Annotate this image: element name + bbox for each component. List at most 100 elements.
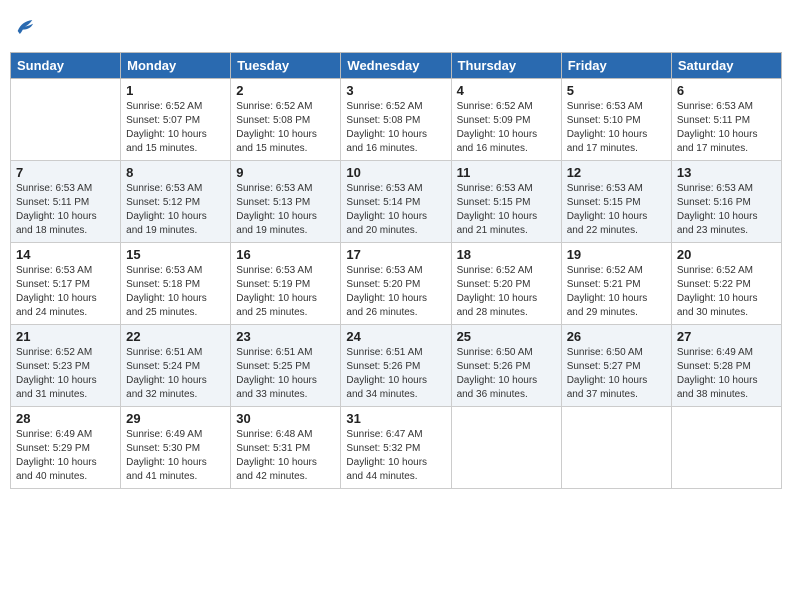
sunrise-text: Sunrise: 6:52 AM — [16, 346, 115, 360]
sunrise-text: Sunrise: 6:53 AM — [126, 264, 225, 278]
calendar-cell: 11 Sunrise: 6:53 AMSunset: 5:15 PMDayligh… — [451, 161, 561, 243]
day-info: Sunrise: 6:53 AMSunset: 5:11 PMDaylight:… — [16, 182, 115, 238]
day-number: 11 — [457, 165, 556, 180]
daylight-text: Daylight: 10 hours and 22 minutes. — [567, 210, 666, 238]
calendar-cell: 31Sunrise: 6:47 AMSunset: 5:32 PMDayligh… — [341, 407, 451, 489]
day-number: 29 — [126, 411, 225, 426]
day-number: 8 — [126, 165, 225, 180]
weekday-header-wednesday: Wednesday — [341, 53, 451, 79]
sunrise-text: Sunrise: 6:53 AM — [346, 182, 445, 196]
weekday-header-row: SundayMondayTuesdayWednesdayThursdayFrid… — [11, 53, 782, 79]
sunset-text: Sunset: 5:08 PM — [236, 114, 335, 128]
calendar-cell: 6Sunrise: 6:53 AMSunset: 5:11 PMDaylight… — [671, 79, 781, 161]
calendar-cell: 15Sunrise: 6:53 AMSunset: 5:18 PMDayligh… — [121, 243, 231, 325]
calendar-cell: 8Sunrise: 6:53 AMSunset: 5:12 PMDaylight… — [121, 161, 231, 243]
sunrise-text: Sunrise: 6:52 AM — [346, 100, 445, 114]
daylight-text: Daylight: 10 hours and 16 minutes. — [346, 128, 445, 156]
sunrise-text: Sunrise: 6:53 AM — [677, 100, 776, 114]
daylight-text: Daylight: 10 hours and 37 minutes. — [567, 374, 666, 402]
sunset-text: Sunset: 5:29 PM — [16, 442, 115, 456]
day-number: 31 — [346, 411, 445, 426]
daylight-text: Daylight: 10 hours and 15 minutes. — [236, 128, 335, 156]
sunrise-text: Sunrise: 6:53 AM — [567, 182, 666, 196]
sunrise-text: Sunrise: 6:52 AM — [236, 100, 335, 114]
logo — [14, 16, 38, 38]
day-info: Sunrise: 6:52 AMSunset: 5:08 PMDaylight:… — [346, 100, 445, 156]
day-info: Sunrise: 6:53 AMSunset: 5:17 PMDaylight:… — [16, 264, 115, 320]
sunrise-text: Sunrise: 6:52 AM — [126, 100, 225, 114]
calendar-cell: 1Sunrise: 6:52 AMSunset: 5:07 PMDaylight… — [121, 79, 231, 161]
daylight-text: Daylight: 10 hours and 38 minutes. — [677, 374, 776, 402]
daylight-text: Daylight: 10 hours and 18 minutes. — [16, 210, 115, 238]
calendar-cell: 30Sunrise: 6:48 AMSunset: 5:31 PMDayligh… — [231, 407, 341, 489]
day-number: 24 — [346, 329, 445, 344]
sunset-text: Sunset: 5:28 PM — [677, 360, 776, 374]
daylight-text: Daylight: 10 hours and 40 minutes. — [16, 456, 115, 484]
calendar-cell: 20Sunrise: 6:52 AMSunset: 5:22 PMDayligh… — [671, 243, 781, 325]
sunrise-text: Sunrise: 6:53 AM — [16, 182, 115, 196]
day-number: 15 — [126, 247, 225, 262]
calendar-cell: 26Sunrise: 6:50 AMSunset: 5:27 PMDayligh… — [561, 325, 671, 407]
weekday-header-monday: Monday — [121, 53, 231, 79]
daylight-text: Daylight: 10 hours and 21 minutes. — [457, 210, 556, 238]
day-info: Sunrise: 6:53 AMSunset: 5:11 PMDaylight:… — [677, 100, 776, 156]
sunset-text: Sunset: 5:19 PM — [236, 278, 335, 292]
daylight-text: Daylight: 10 hours and 28 minutes. — [457, 292, 556, 320]
sunrise-text: Sunrise: 6:52 AM — [567, 264, 666, 278]
calendar-cell — [11, 79, 121, 161]
calendar-cell: 13Sunrise: 6:53 AMSunset: 5:16 PMDayligh… — [671, 161, 781, 243]
sunset-text: Sunset: 5:31 PM — [236, 442, 335, 456]
sunset-text: Sunset: 5:17 PM — [16, 278, 115, 292]
day-info: Sunrise: 6:51 AMSunset: 5:26 PMDaylight:… — [346, 346, 445, 402]
day-number: 23 — [236, 329, 335, 344]
calendar-week-row: 1Sunrise: 6:52 AMSunset: 5:07 PMDaylight… — [11, 79, 782, 161]
day-number: 19 — [567, 247, 666, 262]
daylight-text: Daylight: 10 hours and 17 minutes. — [677, 128, 776, 156]
sunset-text: Sunset: 5:20 PM — [457, 278, 556, 292]
sunrise-text: Sunrise: 6:51 AM — [346, 346, 445, 360]
sunrise-text: Sunrise: 6:53 AM — [16, 264, 115, 278]
sunset-text: Sunset: 5:13 PM — [236, 196, 335, 210]
day-number: 2 — [236, 83, 335, 98]
daylight-text: Daylight: 10 hours and 15 minutes. — [126, 128, 225, 156]
sunset-text: Sunset: 5:18 PM — [126, 278, 225, 292]
weekday-header-friday: Friday — [561, 53, 671, 79]
calendar-week-row: 14Sunrise: 6:53 AMSunset: 5:17 PMDayligh… — [11, 243, 782, 325]
sunrise-text: Sunrise: 6:52 AM — [677, 264, 776, 278]
calendar-cell: 27Sunrise: 6:49 AMSunset: 5:28 PMDayligh… — [671, 325, 781, 407]
day-number: 7 — [16, 165, 115, 180]
day-info: Sunrise: 6:49 AMSunset: 5:29 PMDaylight:… — [16, 428, 115, 484]
sunrise-text: Sunrise: 6:53 AM — [457, 182, 556, 196]
daylight-text: Daylight: 10 hours and 19 minutes. — [126, 210, 225, 238]
calendar-cell: 12Sunrise: 6:53 AMSunset: 5:15 PMDayligh… — [561, 161, 671, 243]
day-info: Sunrise: 6:52 AMSunset: 5:23 PMDaylight:… — [16, 346, 115, 402]
calendar-cell — [451, 407, 561, 489]
calendar-week-row: 21Sunrise: 6:52 AMSunset: 5:23 PMDayligh… — [11, 325, 782, 407]
sunset-text: Sunset: 5:15 PM — [457, 196, 556, 210]
day-info: Sunrise: 6:49 AMSunset: 5:30 PMDaylight:… — [126, 428, 225, 484]
day-number: 9 — [236, 165, 335, 180]
calendar-cell: 7 Sunrise: 6:53 AMSunset: 5:11 PMDaylight… — [11, 161, 121, 243]
sunrise-text: Sunrise: 6:51 AM — [126, 346, 225, 360]
day-info: Sunrise: 6:53 AMSunset: 5:20 PMDaylight:… — [346, 264, 445, 320]
calendar-table: SundayMondayTuesdayWednesdayThursdayFrid… — [10, 52, 782, 489]
day-number: 17 — [346, 247, 445, 262]
sunset-text: Sunset: 5:11 PM — [16, 196, 115, 210]
weekday-header-sunday: Sunday — [11, 53, 121, 79]
weekday-header-tuesday: Tuesday — [231, 53, 341, 79]
sunrise-text: Sunrise: 6:53 AM — [346, 264, 445, 278]
day-info: Sunrise: 6:52 AMSunset: 5:20 PMDaylight:… — [457, 264, 556, 320]
sunset-text: Sunset: 5:09 PM — [457, 114, 556, 128]
day-number: 30 — [236, 411, 335, 426]
page-header — [10, 10, 782, 44]
day-number: 18 — [457, 247, 556, 262]
day-number: 16 — [236, 247, 335, 262]
daylight-text: Daylight: 10 hours and 31 minutes. — [16, 374, 115, 402]
calendar-cell: 28Sunrise: 6:49 AMSunset: 5:29 PMDayligh… — [11, 407, 121, 489]
calendar-cell: 21Sunrise: 6:52 AMSunset: 5:23 PMDayligh… — [11, 325, 121, 407]
day-number: 1 — [126, 83, 225, 98]
daylight-text: Daylight: 10 hours and 29 minutes. — [567, 292, 666, 320]
day-number: 22 — [126, 329, 225, 344]
daylight-text: Daylight: 10 hours and 30 minutes. — [677, 292, 776, 320]
sunrise-text: Sunrise: 6:50 AM — [457, 346, 556, 360]
